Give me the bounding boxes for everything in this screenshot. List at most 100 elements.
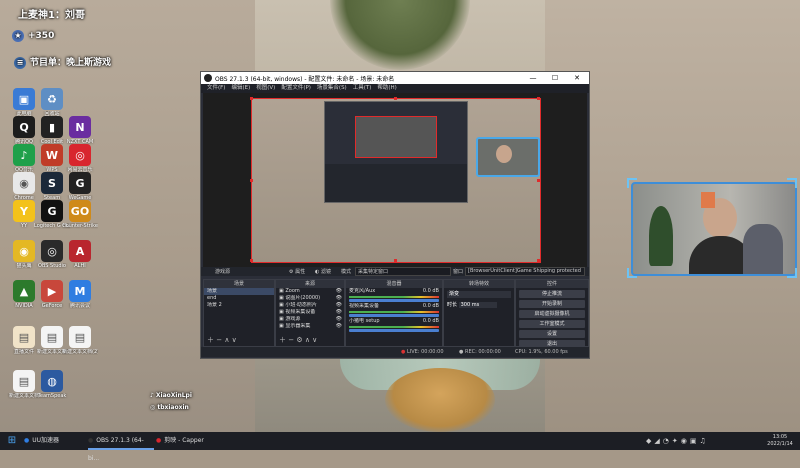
resize-handle[interactable] — [537, 97, 540, 100]
clock[interactable]: 13:05 2022/1/14 — [762, 434, 798, 452]
filters-button[interactable]: ◐ 滤镜 — [315, 268, 331, 275]
desktop-icon[interactable]: ◎ 网易云音乐 — [62, 144, 98, 173]
source-item[interactable]: ▣ 说图片(20000) 👁 — [276, 295, 344, 302]
taskbar: ⊞ ● UU加速器 ● OBS 27.1.3 (64-bi... ● 剪映 - Cappe… — [0, 432, 800, 462]
taskbar-item-label: 剪映 - Capper — [164, 437, 204, 444]
scene-item[interactable]: end — [204, 295, 274, 302]
list-icon: ≡ — [14, 57, 26, 69]
mixer-list: 麦克风/Aux 0.0 dB 视频采集设备 0.0 dB 小猪电 setup 0.0 dB — [346, 288, 442, 332]
capcut-icon: ● — [156, 437, 162, 444]
source-item[interactable]: ▣ 游戏源 👁 — [276, 316, 344, 323]
mode-select[interactable]: 采集特定窗口 — [355, 267, 451, 276]
control-button[interactable]: 启动虚拟摄像机 — [519, 310, 585, 318]
control-button[interactable]: 开始录制 — [519, 300, 585, 308]
webcam-frame-corner — [627, 178, 637, 188]
mixer-channel-name: 小猪电 setup — [349, 318, 380, 324]
app-icon: ▮ — [41, 116, 63, 138]
source-item[interactable]: ▣ 显示器采集 👁 — [276, 323, 344, 330]
desktop-icon[interactable]: ♻ 回收站 — [34, 88, 70, 117]
obs-title-bar[interactable]: OBS 27.1.3 (64-bit, windows) - 配置文件: 未命名… — [201, 72, 589, 84]
resize-handle[interactable] — [537, 179, 540, 182]
control-button[interactable]: 停止推流 — [519, 290, 585, 298]
control-button[interactable]: 设置 — [519, 330, 585, 338]
mixer-panel: 混音器 麦克风/Aux 0.0 dB 视频采集设备 0.0 dB 小猪电 setup 0.… — [345, 279, 443, 347]
close-button[interactable]: ✕ — [566, 72, 588, 84]
obs-menu-bar: 文件(F) 编辑(E) 视图(V) 配置文件(P) 场景集合(S) 工具(T) 帮助(H) — [201, 84, 589, 93]
duration-input[interactable]: 300 ms — [458, 302, 497, 308]
windows-icon[interactable]: ⊞ — [4, 432, 20, 450]
transition-select[interactable]: 渐变 — [447, 291, 511, 298]
live-status-text: LIVE: 00:00:00 — [406, 349, 444, 355]
sources-header: 来源 — [276, 280, 344, 288]
system-tray-icons[interactable]: ◆◢◔✦◉▣♫ — [646, 432, 709, 450]
sources-panel: 来源 ▣ Zoom 👁 ▣ 说图片(20000) 👁 ▣ 小班·动态照片 👁 ▣ 视频… — [275, 279, 345, 347]
volume-slider[interactable] — [349, 329, 439, 332]
visibility-icon[interactable]: 👁 — [336, 316, 342, 323]
visibility-icon[interactable]: 👁 — [336, 309, 342, 316]
obs-docks: 游戏源 ⚙ 属性 ◐ 滤镜 模式 采集特定窗口 窗口 [BrowserUnitC… — [201, 267, 589, 358]
resize-handle[interactable] — [537, 259, 540, 262]
obs-window[interactable]: OBS 27.1.3 (64-bit, windows) - 配置文件: 未命名… — [200, 71, 590, 359]
desktop-icon[interactable]: A ALHI — [62, 240, 98, 269]
cpu-status: CPU: 1.9%, 60.00 fps — [515, 349, 568, 355]
desktop-icon[interactable]: ▤ 新建文本文档(2) — [62, 326, 98, 355]
controls-panel: 控件 停止推流 开始录制 启动虚拟摄像机 工作室模式 设置 退出 — [515, 279, 589, 348]
sources-list: ▣ Zoom 👁 ▣ 说图片(20000) 👁 ▣ 小班·动态照片 👁 ▣ 视频采集设… — [276, 288, 344, 330]
app-icon: ▤ — [13, 370, 35, 392]
desktop-icon[interactable]: G WeGame — [62, 172, 98, 201]
visibility-icon[interactable]: 👁 — [336, 323, 342, 330]
mixer-channel: 麦克风/Aux 0.0 dB — [346, 288, 442, 302]
menu-item[interactable]: 帮助(H) — [377, 85, 396, 91]
desktop-icon[interactable]: ◍ TeamSpeak — [34, 370, 70, 399]
transitions-panel: 转场特效 渐变 时长 300 ms — [443, 279, 515, 347]
source-controls[interactable]: ＋ − ⚙ ∧ ∨ — [279, 335, 317, 345]
duration-label: 时长 — [447, 302, 458, 308]
window-select[interactable]: [BrowserUnitClient]Game Shipping protect… — [465, 267, 585, 276]
controls-header: 控件 — [516, 280, 588, 288]
menu-item[interactable]: 工具(T) — [353, 85, 372, 91]
resize-handle[interactable] — [394, 97, 397, 100]
app-icon: Y — [13, 200, 35, 222]
nested-preview-canvas — [355, 116, 437, 158]
menu-item[interactable]: 配置文件(P) — [281, 85, 311, 91]
controls-list: 停止推流 开始录制 启动虚拟摄像机 工作室模式 设置 退出 — [516, 290, 588, 348]
preview-canvas[interactable] — [250, 97, 541, 263]
scene-item[interactable]: 场景 — [204, 288, 274, 295]
desktop-icon[interactable]: M 腾讯会议 — [62, 280, 98, 309]
uu-icon: ● — [24, 437, 30, 444]
scene-item[interactable]: 场景 2 — [204, 302, 274, 309]
volume-slider[interactable] — [349, 299, 439, 302]
taskbar-item[interactable]: ● UU加速器 — [24, 432, 84, 450]
scene-controls[interactable]: ＋ − ∧ ∨ — [207, 335, 237, 345]
visibility-icon[interactable]: 👁 — [336, 288, 342, 295]
visibility-icon[interactable]: 👁 — [336, 295, 342, 302]
resize-handle[interactable] — [250, 97, 253, 100]
app-icon: ◎ — [41, 240, 63, 262]
scenes-list: 场景 end 场景 2 — [204, 288, 274, 309]
menu-item[interactable]: 视图(V) — [256, 85, 275, 91]
resize-handle[interactable] — [250, 179, 253, 182]
resize-handle[interactable] — [250, 259, 253, 262]
taskbar-item[interactable]: ● 剪映 - Capper — [156, 432, 226, 450]
minimize-button[interactable]: — — [522, 72, 544, 84]
volume-slider[interactable] — [349, 314, 439, 317]
source-item[interactable]: ▣ 小班·动态照片 👁 — [276, 302, 344, 309]
desktop-icon-label: TeamSpeak — [37, 393, 67, 399]
webcam-plush-toy — [743, 224, 783, 274]
app-icon: ▤ — [41, 326, 63, 348]
desktop-icon[interactable]: N NZXT CAM — [62, 116, 98, 145]
menu-item[interactable]: 场景集合(S) — [317, 85, 347, 91]
resize-handle[interactable] — [394, 259, 397, 262]
menu-item[interactable]: 文件(F) — [207, 85, 225, 91]
menu-item[interactable]: 编辑(E) — [231, 85, 250, 91]
control-button[interactable]: 工作室模式 — [519, 320, 585, 328]
taskbar-item[interactable]: ● OBS 27.1.3 (64-bi... — [88, 432, 154, 462]
source-item[interactable]: ▣ 视频采集设备 👁 — [276, 309, 344, 316]
properties-button[interactable]: ⚙ 属性 — [289, 268, 305, 275]
visibility-icon[interactable]: 👁 — [336, 302, 342, 309]
maximize-button[interactable]: ☐ — [544, 72, 566, 84]
app-icon: ♪ — [13, 144, 35, 166]
webcam-frame-corner — [787, 268, 797, 278]
source-item[interactable]: ▣ Zoom 👁 — [276, 288, 344, 295]
desktop-icon[interactable]: GO Counter-Strike — [62, 200, 98, 229]
